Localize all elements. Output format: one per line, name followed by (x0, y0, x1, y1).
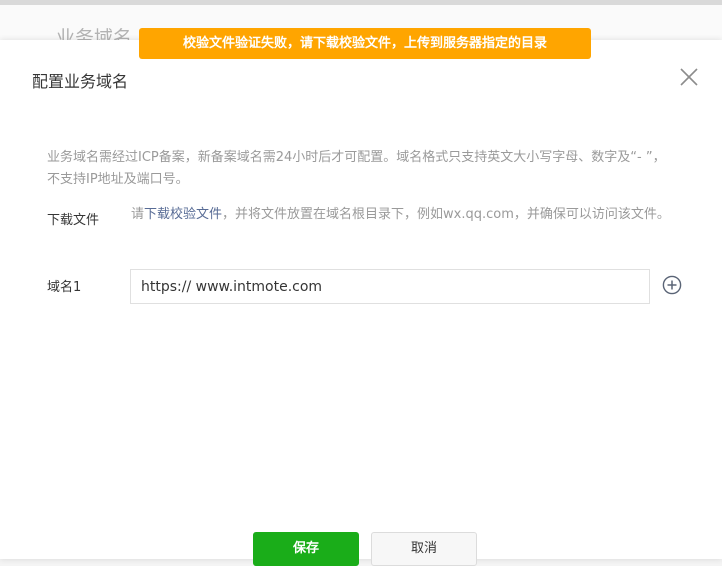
config-domain-dialog: 配置业务域名 业务域名需经过ICP备案，新备案域名需24小时后才可配置。域名格式… (0, 40, 722, 566)
dialog-title: 配置业务域名 (32, 72, 129, 91)
close-button[interactable] (676, 64, 702, 90)
domain-requirements-text: 业务域名需经过ICP备案，新备案域名需24小时后才可配置。域名格式只支持英文大小… (47, 150, 666, 187)
error-toast: 校验文件验证失败，请下载校验文件，上传到服务器指定的目录 (139, 28, 591, 59)
close-icon (680, 68, 698, 86)
domain-1-input[interactable] (130, 269, 650, 304)
download-prefix: 请 (131, 207, 145, 222)
cancel-button[interactable]: 取消 (371, 532, 477, 566)
domain-1-label: 域名1 (47, 280, 82, 295)
plus-circle-icon (662, 275, 682, 295)
download-file-label: 下载文件 (47, 213, 100, 228)
download-instructions: 请下载校验文件，并将文件放置在域名根目录下，例如wx.qq.com，并确保可以访… (131, 204, 686, 226)
download-verification-file-link[interactable]: 下载校验文件 (144, 207, 222, 222)
download-suffix: ，并将文件放置在域名根目录下，例如wx.qq.com，并确保可以访问该文件。 (222, 207, 670, 222)
save-button[interactable]: 保存 (253, 532, 359, 566)
add-domain-button[interactable] (662, 275, 682, 295)
